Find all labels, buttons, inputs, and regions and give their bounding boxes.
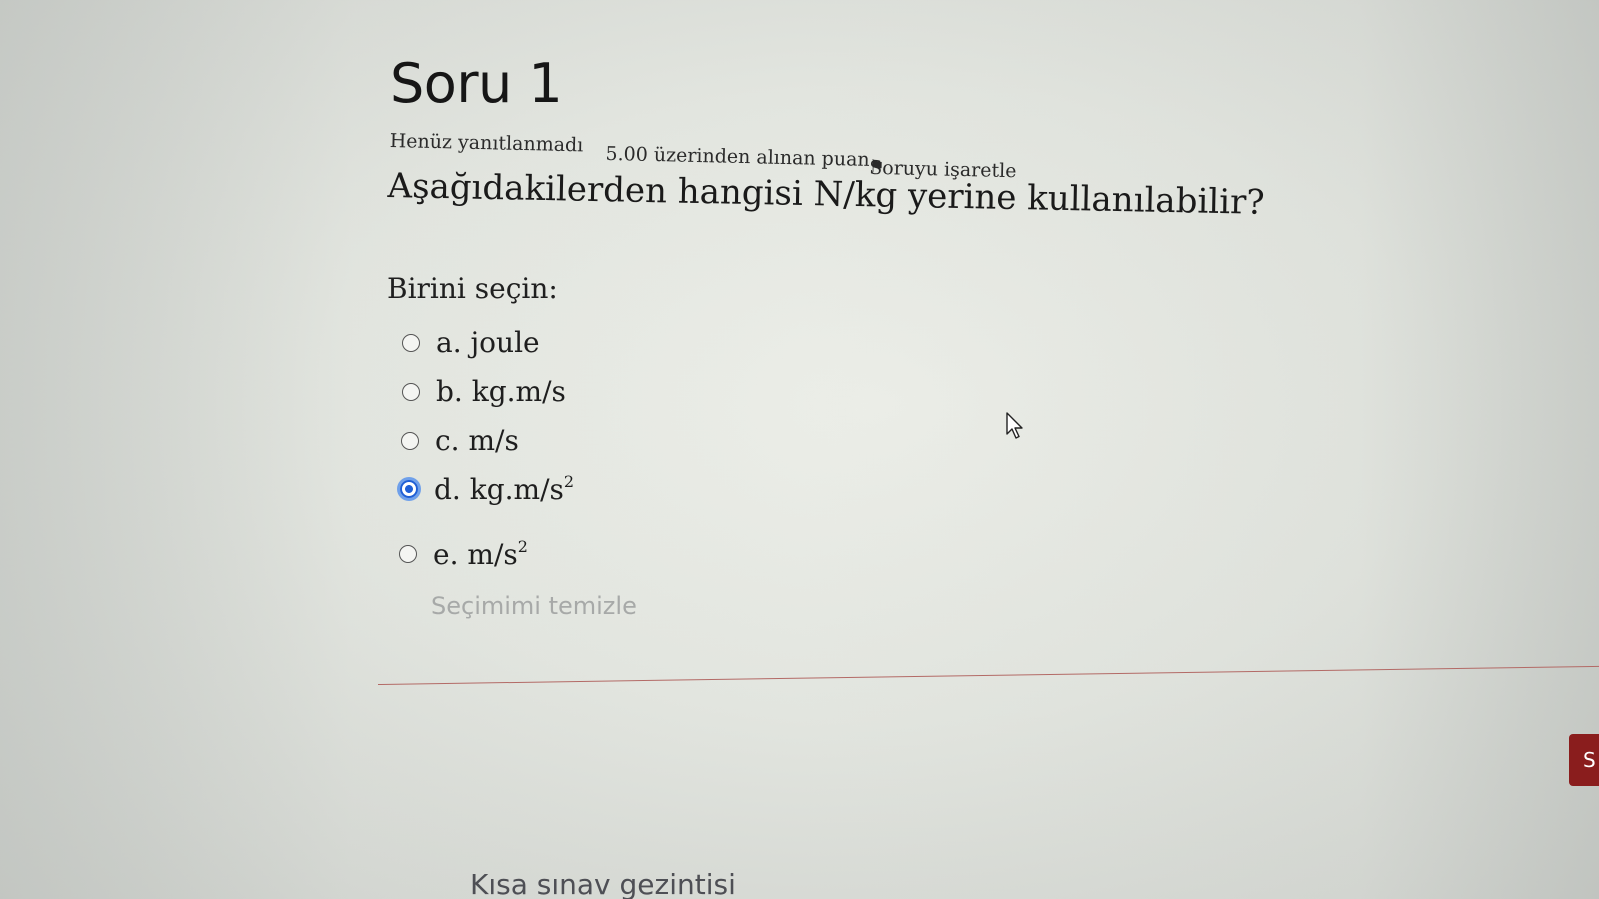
option-label-e: e. m/s2 <box>433 537 528 571</box>
question-state: Henüz yanıtlanmadı <box>389 130 584 157</box>
screen-vignette <box>0 0 1599 899</box>
radio-button-b[interactable] <box>402 382 420 401</box>
option-label-b: b. kg.m/s <box>436 375 566 408</box>
question-title: Soru 1 <box>390 52 563 115</box>
radio-button-a[interactable] <box>402 333 420 352</box>
quiz-navigation-title: Kısa sınav gezintisi <box>470 868 736 899</box>
next-page-button[interactable]: S <box>1569 734 1599 786</box>
option-label-a: a. joule <box>436 326 540 359</box>
answer-prompt: Birini seçin: <box>387 272 558 305</box>
answer-option-b[interactable]: b. kg.m/s <box>402 375 566 408</box>
question-grade: 5.00 üzerinden alınan puan <box>605 142 870 171</box>
radio-button-c[interactable] <box>401 431 419 450</box>
mouse-cursor-icon <box>1006 412 1023 439</box>
answer-option-c[interactable]: c. m/s <box>401 424 519 457</box>
answer-option-d[interactable]: d. kg.m/s2 <box>400 472 574 506</box>
radio-button-e[interactable] <box>399 545 417 563</box>
radio-button-d-selected[interactable] <box>400 480 418 498</box>
answer-option-a[interactable]: a. joule <box>402 326 540 359</box>
clear-choice-link[interactable]: Seçimimi temizle <box>431 592 637 620</box>
answer-option-e[interactable]: e. m/s2 <box>399 537 528 571</box>
option-label-c: c. m/s <box>435 424 519 457</box>
option-label-d: d. kg.m/s2 <box>434 472 575 506</box>
question-divider <box>378 665 1599 685</box>
question-text: Aşağıdakilerden hangisi N/kg yerine kull… <box>387 166 1265 223</box>
